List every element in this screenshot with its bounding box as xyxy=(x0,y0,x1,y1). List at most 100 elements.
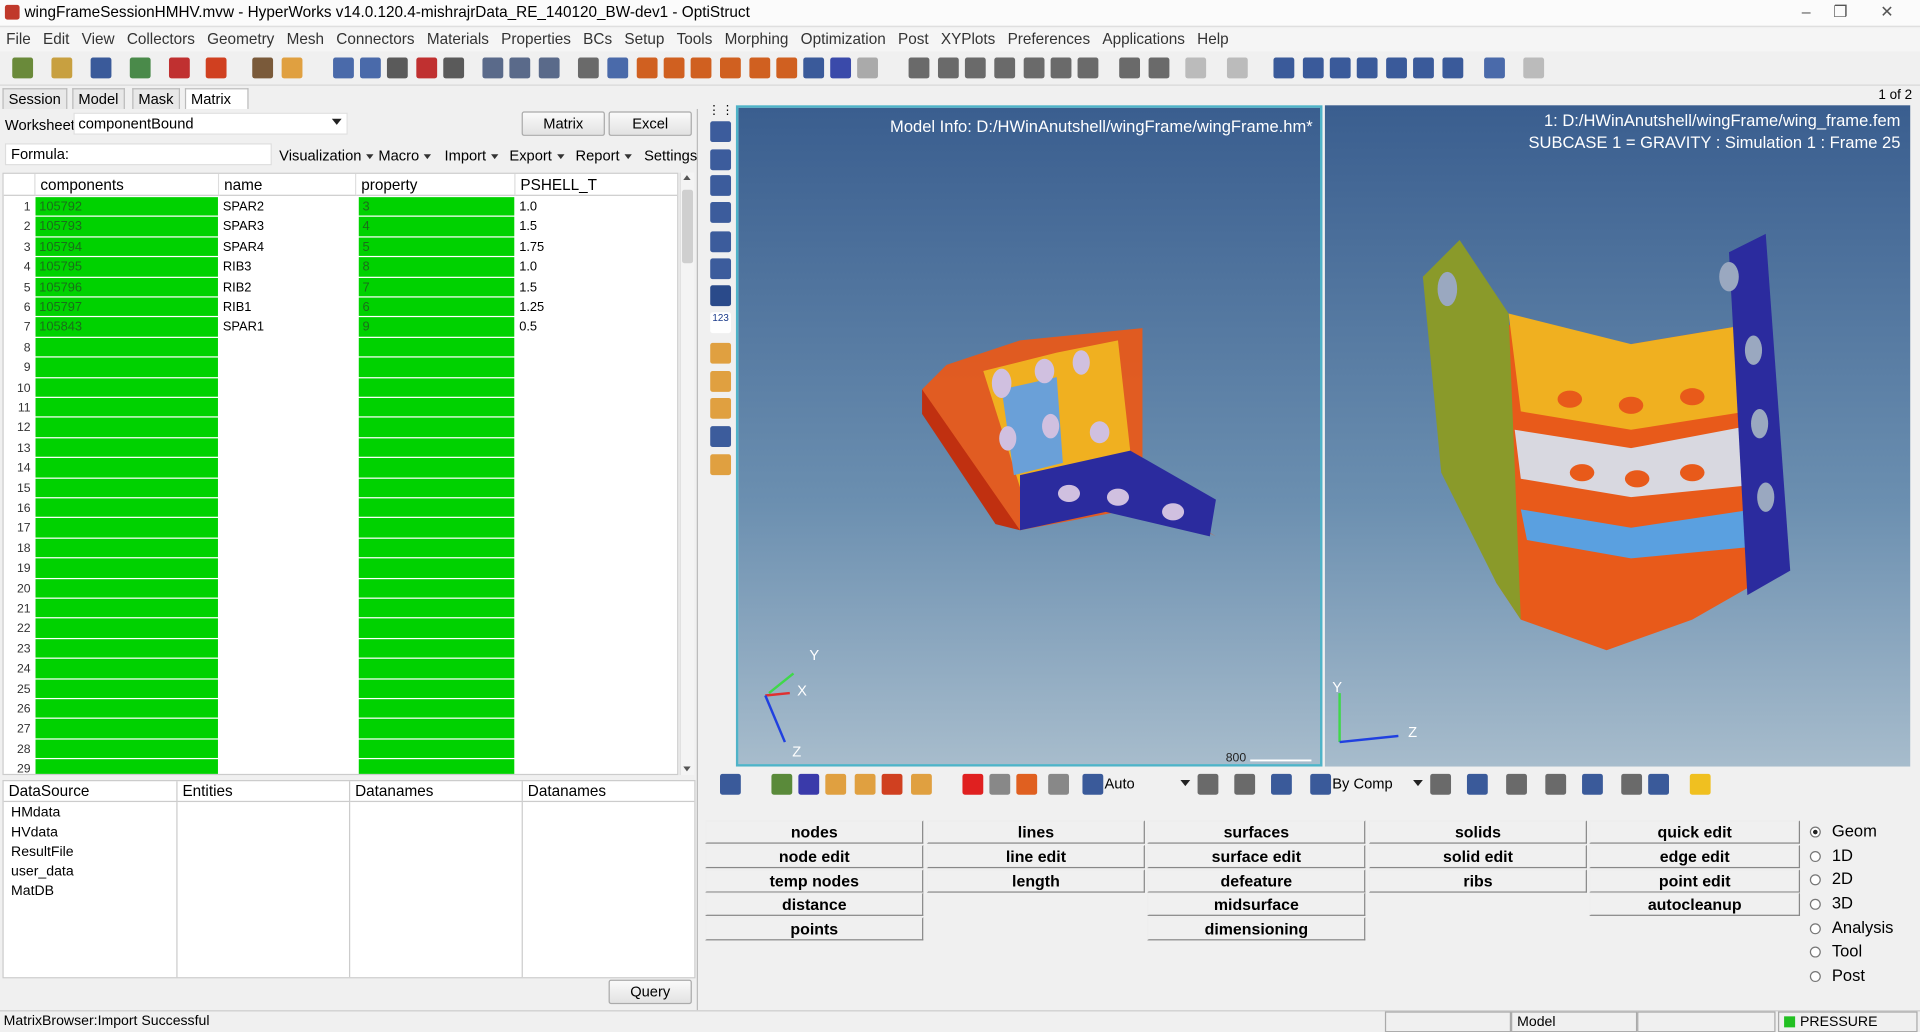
export-icon[interactable] xyxy=(168,57,190,79)
import-solver-icon[interactable] xyxy=(129,57,151,79)
cell-pshell-t[interactable]: 0.5 xyxy=(516,318,678,337)
wireframe-icon[interactable] xyxy=(1197,773,1219,795)
query-button[interactable]: Query xyxy=(608,979,692,1005)
cell-name[interactable]: SPAR4 xyxy=(219,237,356,256)
menu-bcs[interactable]: BCs xyxy=(577,29,618,48)
cell-component[interactable] xyxy=(35,337,218,357)
cell-component[interactable] xyxy=(35,418,218,437)
chevron-down-icon[interactable] xyxy=(1180,780,1191,787)
cut-icon[interactable] xyxy=(1119,57,1141,79)
col-header-pshell-t[interactable]: PSHELL_T xyxy=(515,173,678,196)
table-row[interactable]: 27 xyxy=(4,719,678,739)
zoom-window-icon[interactable] xyxy=(908,57,930,79)
scroll-thumb[interactable] xyxy=(682,189,694,264)
window-tile-6-icon[interactable] xyxy=(1413,57,1434,79)
formula-field[interactable]: Formula: xyxy=(4,143,272,166)
cell-pshell-t[interactable] xyxy=(516,759,678,773)
cell-component[interactable] xyxy=(35,598,218,618)
cell-pshell-t[interactable] xyxy=(516,498,678,517)
cell-name[interactable] xyxy=(219,378,356,397)
window-tile-1-icon[interactable] xyxy=(1273,57,1295,79)
view-icon[interactable] xyxy=(482,57,504,79)
cell-property[interactable] xyxy=(358,558,515,578)
length-button[interactable]: length xyxy=(926,869,1145,893)
menu-properties[interactable]: Properties xyxy=(495,29,577,48)
cell-pshell-t[interactable]: 1.25 xyxy=(516,298,678,317)
cell-component[interactable] xyxy=(35,438,218,457)
point-edit-button[interactable]: point edit xyxy=(1589,869,1801,893)
ds-item-hmdata[interactable]: HMdata xyxy=(11,806,60,821)
menu-file[interactable]: File xyxy=(0,29,37,48)
folder-icon[interactable] xyxy=(281,57,303,79)
cell-property[interactable]: 8 xyxy=(358,257,515,277)
menu-geometry[interactable]: Geometry xyxy=(201,29,280,48)
mesh-lines-icon[interactable] xyxy=(1430,773,1452,795)
table-row[interactable]: 16 xyxy=(4,498,678,518)
minimize-icon[interactable]: – xyxy=(1790,0,1822,24)
table-row[interactable]: 5 105796 RIB2 7 1.5 xyxy=(4,277,677,297)
quick-edit-button[interactable]: quick edit xyxy=(1589,820,1801,844)
axis-iso-icon[interactable] xyxy=(720,57,741,79)
back-arrow-icon[interactable] xyxy=(333,57,354,79)
cell-property[interactable] xyxy=(358,618,515,638)
delete-display-icon[interactable] xyxy=(416,57,438,79)
ds-item-user-data[interactable]: user_data xyxy=(11,864,74,879)
cell-pshell-t[interactable] xyxy=(516,719,678,738)
cell-component[interactable] xyxy=(35,578,218,598)
cell-name[interactable] xyxy=(219,358,356,377)
view-3-icon[interactable] xyxy=(538,57,560,79)
cell-pshell-t[interactable] xyxy=(516,458,678,477)
previous-view-icon[interactable] xyxy=(607,57,629,79)
view-2-icon[interactable] xyxy=(509,57,531,79)
table-row[interactable]: 6 105797 RIB1 6 1.25 xyxy=(4,297,678,318)
menu-mesh[interactable]: Mesh xyxy=(280,29,330,48)
macro-menu[interactable]: Macro xyxy=(378,147,432,164)
menu-xyplots[interactable]: XYPlots xyxy=(935,29,1002,48)
radio-analysis[interactable]: Analysis xyxy=(1809,918,1893,937)
dimensioning-button[interactable]: dimensioning xyxy=(1147,917,1366,941)
user-icon[interactable] xyxy=(252,57,274,79)
cell-pshell-t[interactable] xyxy=(516,579,678,598)
cell-property[interactable] xyxy=(358,739,515,759)
radio-3d[interactable]: 3D xyxy=(1809,894,1853,912)
cell-property[interactable] xyxy=(358,478,515,498)
table-row[interactable]: 4 105795 RIB3 8 1.0 xyxy=(4,257,677,277)
cell-pshell-t[interactable] xyxy=(516,438,678,457)
cell-pshell-t[interactable] xyxy=(516,478,678,497)
cell-name[interactable] xyxy=(219,438,356,457)
cell-property[interactable] xyxy=(358,397,515,417)
hand-icon[interactable] xyxy=(994,57,1016,79)
distance-button[interactable]: distance xyxy=(705,892,924,916)
edge-edit-button[interactable]: edge edit xyxy=(1589,844,1801,869)
cell-name[interactable] xyxy=(219,719,356,738)
arc-icon[interactable] xyxy=(710,285,732,307)
tab-matrix[interactable]: Matrix × xyxy=(184,88,249,125)
export-menu[interactable]: Export xyxy=(509,147,565,164)
cell-component[interactable]: 105792 xyxy=(35,197,218,216)
temp-nodes-button[interactable]: temp nodes xyxy=(705,869,924,893)
axis-rotate-icon[interactable] xyxy=(749,57,771,79)
cell-property[interactable] xyxy=(358,598,515,618)
cell-pshell-t[interactable] xyxy=(516,378,678,397)
solids-button[interactable]: solids xyxy=(1368,820,1587,844)
cell-pshell-t[interactable] xyxy=(516,639,678,658)
scroll-down-icon[interactable] xyxy=(683,766,691,772)
table-row[interactable]: 17 xyxy=(4,518,677,538)
table-row[interactable]: 21 xyxy=(4,598,678,619)
table-row[interactable]: 1 105792 SPAR2 3 1.0 xyxy=(4,197,677,217)
cell-component[interactable]: 105795 xyxy=(35,257,218,277)
cell-component[interactable] xyxy=(35,719,218,739)
save-icon[interactable] xyxy=(90,57,112,79)
view-box-3-icon[interactable] xyxy=(710,175,732,196)
cell-property[interactable] xyxy=(358,498,515,518)
excel-button[interactable]: Excel xyxy=(608,111,692,136)
view-box-2-icon[interactable] xyxy=(710,149,732,171)
cell-pshell-t[interactable] xyxy=(516,539,678,558)
cell-pshell-t[interactable] xyxy=(516,398,678,417)
cell-component[interactable] xyxy=(35,478,218,498)
cell-pshell-t[interactable] xyxy=(516,358,678,377)
cell-pshell-t[interactable] xyxy=(516,599,678,618)
cell-component[interactable]: 105793 xyxy=(35,217,218,237)
component-6-icon[interactable] xyxy=(911,773,932,795)
open-model-icon[interactable] xyxy=(12,57,34,79)
